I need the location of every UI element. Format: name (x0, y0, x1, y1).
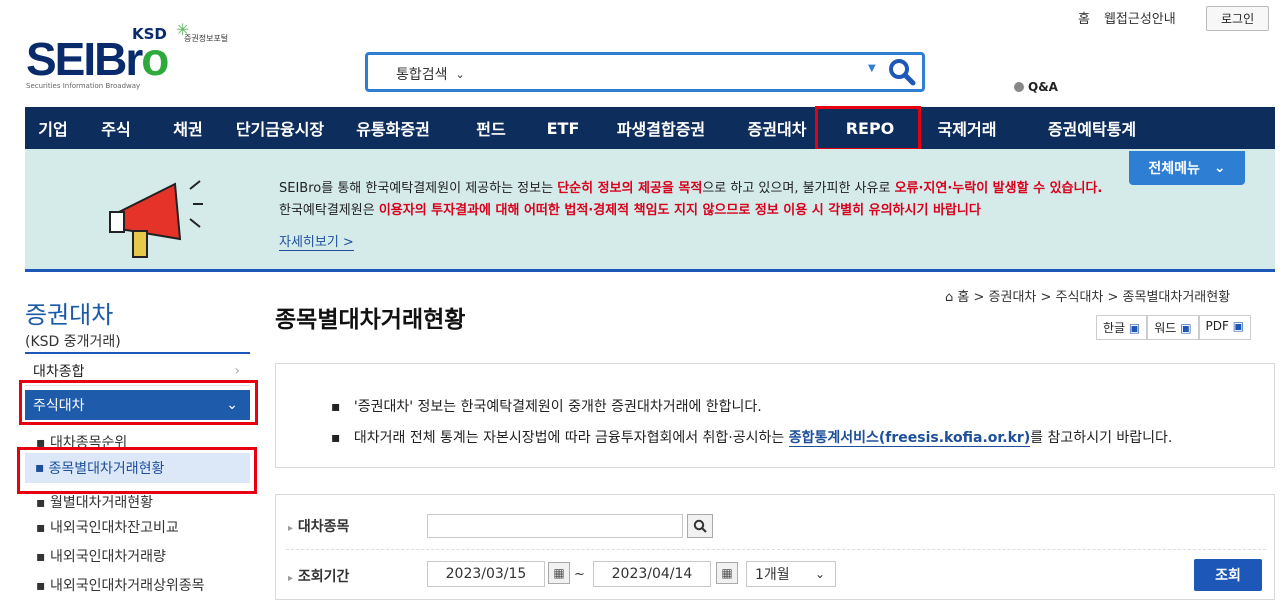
sidebar-item-label: 주식대차 (33, 398, 85, 414)
stock-input[interactable] (427, 514, 683, 538)
nav-item[interactable]: 증권대차 (727, 116, 827, 140)
accessibility-link[interactable]: 웹접근성안내 (1104, 8, 1176, 27)
date-to-input[interactable]: 2023/04/14 (593, 561, 711, 587)
sidebar-item-label: 대차종합 (33, 363, 85, 380)
login-button[interactable]: 로그인 (1206, 6, 1270, 31)
megaphone-icon (105, 169, 205, 264)
word-icon: ▣ (1180, 321, 1192, 335)
word-export-button[interactable]: 워드 ▣ (1147, 315, 1199, 340)
sidebar-subitem[interactable]: ▪ 내외국인대차잔고비교 (36, 517, 179, 537)
sidebar-subitem[interactable]: ▪ 월별대차거래현황 (36, 492, 153, 512)
banner-line-1: SEIBro를 통해 한국예탁결제원이 제공하는 정보는 단순히 정보의 제공을… (279, 181, 1103, 196)
qna-label: Q&A (1028, 80, 1058, 94)
nav-item[interactable]: 주식 (81, 116, 151, 140)
chevron-down-icon: ⌄ (226, 397, 238, 413)
nav-item[interactable]: 채권 (151, 116, 225, 140)
logo-wordmark: SEIBro (26, 33, 169, 85)
calendar-icon[interactable]: ▦ (548, 562, 570, 584)
notice-box: ▪ '증권대차' 정보는 한국예탁결제원이 중개한 증권대차거래에 한합니다. … (275, 363, 1275, 468)
stock-label: ▸ 대차종목 (288, 519, 350, 535)
sidebar-item-summary[interactable]: 대차종합 › (25, 356, 250, 386)
period-label: ▸ 조회기간 (288, 569, 350, 585)
nav-item[interactable]: 유통화증권 (335, 116, 451, 140)
breadcrumb-text: 홈 > 증권대차 > 주식대차 > 종목별대차거래현황 (957, 290, 1231, 305)
all-menu-label: 전체메뉴 (1148, 161, 1200, 177)
nav-item[interactable]: 국제거래 (913, 116, 1021, 140)
chevron-right-icon: › (234, 362, 240, 379)
all-menu-button[interactable]: 전체메뉴 ⌄ (1129, 151, 1245, 185)
sidebar-subitem[interactable]: ▪ 내외국인대차거래량 (36, 546, 166, 566)
submit-button[interactable]: 조회 (1194, 559, 1262, 591)
utility-bar: 홈 웹접근성안내 (1078, 8, 1176, 27)
page-title: 종목별대차거래현황 (275, 307, 466, 333)
hwp-export-button[interactable]: 한글 ▣ (1096, 315, 1148, 340)
nav-item[interactable]: 증권예탁통계 (1021, 116, 1163, 140)
nav-item[interactable]: ETF (531, 119, 595, 138)
period-select[interactable]: 1개월 ⌄ (746, 561, 836, 587)
freesis-link[interactable]: 종합통계서비스(freesis.kofia.or.kr) (788, 430, 1031, 447)
nav-item[interactable]: 펀드 (451, 116, 531, 140)
stock-search-icon[interactable] (687, 514, 713, 538)
nav-item[interactable]: 단기금융시장 (225, 116, 335, 140)
home-icon[interactable]: ⌂ (945, 290, 953, 305)
logo-portal: 증권정보포털 (184, 34, 229, 43)
notice-line-1: ▪ '증권대차' 정보는 한국예탁결제원이 중개한 증권대차거래에 한합니다. (331, 399, 762, 415)
pdf-export-button[interactable]: PDF ▣ (1198, 315, 1252, 340)
notice-line-2: ▪ 대차거래 전체 통계는 자본시장법에 따라 금융투자협회에서 취합·공시하는… (331, 430, 1173, 447)
nav-item[interactable]: 파생결합증권 (595, 116, 727, 140)
chevron-down-icon: ⌄ (455, 67, 465, 81)
chevron-down-icon: ⌄ (814, 567, 825, 581)
logo[interactable]: KSD ✳ 증권정보포털 SEIBro Securities Informati… (26, 20, 256, 95)
nav-item[interactable]: 기업 (25, 116, 81, 140)
search-form: ▸ 대차종목 ▸ 조회기간 2023/03/15 ▦ ~ 2023/04/14 … (275, 494, 1275, 600)
hwp-icon: ▣ (1128, 321, 1141, 335)
sidebar-subitem-active[interactable]: ▪ 종목별대차거래현황 (25, 453, 250, 483)
more-link[interactable]: 자세히보기 > (279, 231, 354, 251)
notice-banner: SEIBro를 통해 한국예탁결제원이 제공하는 정보는 단순히 정보의 제공을… (25, 149, 1275, 269)
sidebar-subtitle: (KSD 중개거래) (25, 334, 121, 350)
sidebar-subitem[interactable]: ▪ 대차종목순위 (36, 432, 127, 452)
doc-export-buttons: 한글 ▣ 워드 ▣ PDF ▣ (1096, 315, 1252, 340)
search-category-select[interactable]: 통합검색 ⌄ (396, 64, 465, 84)
sidebar-title: 증권대차 (25, 301, 114, 329)
breadcrumb: ⌂ 홈 > 증권대차 > 주식대차 > 종목별대차거래현황 (945, 286, 1230, 305)
date-from-input[interactable]: 2023/03/15 (427, 561, 545, 587)
date-range-separator: ~ (574, 567, 585, 582)
search-icon[interactable] (888, 58, 916, 90)
sidebar-item-stock-lending[interactable]: 주식대차 ⌄ (25, 390, 250, 420)
form-divider (286, 549, 1266, 550)
main-nav: 기업 주식 채권 단기금융시장 유통화증권 펀드 ETF 파생결합증권 증권대차 REPO 국제거래… (25, 107, 1275, 149)
search-category-label: 통합검색 (396, 67, 448, 83)
chevron-down-icon: ⌄ (1213, 160, 1226, 176)
qna-link[interactable]: Q&A (1014, 80, 1058, 94)
sidebar-divider (25, 352, 250, 354)
logo-tagline: Securities Information Broadway (26, 82, 141, 90)
nav-item[interactable]: REPO (827, 119, 913, 138)
arrow-circle-icon (1014, 82, 1024, 92)
home-link[interactable]: 홈 (1078, 8, 1090, 27)
banner-line-2: 한국예탁결제원은 이용자의 투자결과에 대해 어떠한 법적·경제적 책임도 지지… (279, 203, 981, 218)
search-bar[interactable]: 통합검색 ⌄ ▼ (365, 52, 925, 92)
period-select-value: 1개월 (755, 567, 790, 583)
dropdown-arrow-icon[interactable]: ▼ (868, 63, 876, 74)
pdf-icon: ▣ (1232, 319, 1245, 333)
sidebar-subitem[interactable]: ▪ 내외국인대차거래상위종목 (36, 575, 205, 595)
banner-divider (25, 269, 1275, 272)
calendar-icon[interactable]: ▦ (716, 562, 738, 584)
